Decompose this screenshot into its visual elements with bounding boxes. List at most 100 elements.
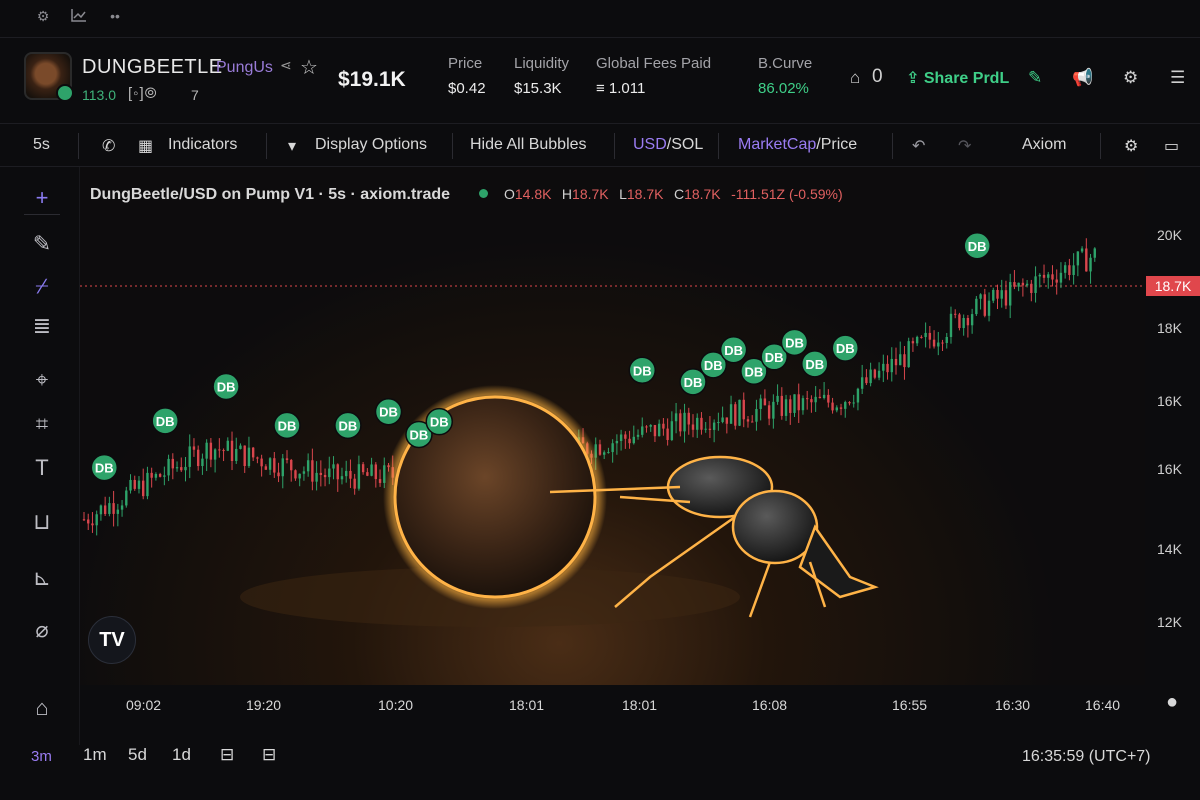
candle-body xyxy=(273,458,276,473)
candle-body xyxy=(860,377,864,389)
token-links[interactable]: [◦]⦾ xyxy=(128,85,158,102)
bubble-label: DB xyxy=(684,375,703,390)
candle-body xyxy=(175,467,179,469)
candle-body xyxy=(645,426,648,428)
candle-body xyxy=(235,448,238,462)
price-scale[interactable]: 20K 18K 16K 16K 14K 12K xyxy=(1145,167,1200,685)
candle-body xyxy=(602,452,606,455)
chart-settings-icon[interactable]: ⚙ xyxy=(1124,136,1138,156)
change-value: -111.51Z (-0.59%) xyxy=(731,186,843,202)
candle-body xyxy=(260,458,263,467)
list-icon[interactable]: ☰ xyxy=(1170,68,1185,88)
measure-icon[interactable]: ⊔ xyxy=(24,509,60,541)
display-options-button[interactable]: Display Options xyxy=(315,136,427,154)
time-tick: 18:01 xyxy=(622,697,658,713)
token-age: 113.0 xyxy=(82,87,116,103)
holders-icon[interactable]: ⌂ xyxy=(850,68,860,88)
bubble-label: DB xyxy=(339,418,358,433)
candle-body xyxy=(624,434,627,439)
range-1m[interactable]: 1m xyxy=(83,745,107,765)
candle-body xyxy=(729,404,733,424)
candle-body xyxy=(983,294,987,316)
market-cap: $19.1K xyxy=(338,68,406,91)
candle-body xyxy=(196,449,200,467)
folder-icon[interactable]: ▭ xyxy=(1164,136,1179,156)
candle-body xyxy=(970,314,974,326)
candle-body xyxy=(886,363,889,373)
megaphone-icon[interactable]: 📢 xyxy=(1072,68,1093,88)
candle-body xyxy=(277,472,280,477)
ruler-icon[interactable]: ⊾ xyxy=(24,565,60,597)
redo-icon[interactable]: ↷ xyxy=(958,136,971,156)
candle-body xyxy=(349,470,352,479)
pin-icon[interactable]: ✎ xyxy=(1028,68,1042,88)
candle-body xyxy=(932,339,936,347)
candle-body xyxy=(873,369,877,378)
currency-inactive: /SOL xyxy=(666,136,704,153)
mcap-price-toggle[interactable]: MarketCap/Price xyxy=(738,136,857,154)
candle-body xyxy=(91,523,94,526)
candle-body xyxy=(598,444,602,455)
range-3m[interactable]: 3m xyxy=(31,748,52,765)
star-icon[interactable]: ☆ xyxy=(300,55,318,80)
gear-icon[interactable]: ⚙ xyxy=(1123,68,1138,88)
undo-icon[interactable]: ↶ xyxy=(912,136,925,156)
divider xyxy=(452,133,453,159)
candle-body xyxy=(340,476,344,480)
candle-body xyxy=(158,474,162,477)
currency-toggle[interactable]: USD/SOL xyxy=(633,136,703,154)
candle-body xyxy=(1055,279,1058,283)
goto-date-icon[interactable]: ⊟ xyxy=(220,745,234,765)
hide-bubbles-button[interactable]: Hide All Bubbles xyxy=(470,136,587,154)
price-chart[interactable]: DB DB DB DB DB DB DB DB DB DB DB DB DB DB DB DB DB DB xyxy=(80,167,1145,685)
candle-body xyxy=(814,396,817,403)
dots-icon[interactable]: •• xyxy=(104,8,126,28)
candle-body xyxy=(302,471,306,474)
scale-toggle-icon[interactable]: ● xyxy=(1166,691,1178,714)
indicators-button[interactable]: Indicators xyxy=(168,136,237,154)
candle-body xyxy=(142,480,145,497)
trendline-icon[interactable]: ⌿ xyxy=(24,273,60,305)
candle-body xyxy=(911,341,915,344)
pencil-icon[interactable]: ✎ xyxy=(24,231,60,263)
open-value: 14.8K xyxy=(514,186,552,202)
text-tool-icon[interactable]: T xyxy=(24,455,60,487)
candle-body xyxy=(357,464,361,489)
bubble-label: DB xyxy=(704,358,723,373)
candle-body xyxy=(150,472,153,478)
axiom-button[interactable]: Axiom xyxy=(1022,136,1066,154)
settings-icon[interactable]: ⚙ xyxy=(32,8,54,28)
time-scale[interactable]: 09:02 19:20 10:20 18:01 18:01 16:08 16:5… xyxy=(80,685,1200,725)
chart-trend-icon[interactable] xyxy=(68,8,90,28)
candle-body xyxy=(734,404,737,426)
share-network-icon[interactable]: ⋖ xyxy=(280,57,292,74)
home-icon[interactable]: ⌂ xyxy=(24,695,60,727)
range-1d[interactable]: 1d xyxy=(172,745,191,765)
indicators-icon[interactable]: ▦ xyxy=(138,136,153,156)
fib-retracement-icon[interactable]: ≣ xyxy=(24,313,60,345)
stat-value: $15.3K xyxy=(514,80,562,97)
range-5d[interactable]: 5d xyxy=(128,745,147,765)
chevron-down-icon[interactable]: ▾ xyxy=(288,136,296,156)
candle-body xyxy=(1047,274,1050,278)
candle-body xyxy=(1004,290,1008,306)
candle-body xyxy=(636,434,640,437)
calendar-icon[interactable]: ⊟ xyxy=(262,745,276,765)
projection-icon[interactable]: ⌗ xyxy=(24,411,60,443)
candle-body xyxy=(180,467,183,471)
divider xyxy=(892,133,893,159)
candle-body xyxy=(1076,251,1080,266)
time-tick: 16:40 xyxy=(1085,697,1121,713)
phone-icon[interactable]: ✆ xyxy=(102,136,115,156)
pattern-icon[interactable]: ⌖ xyxy=(24,367,60,399)
interval-selector[interactable]: 5s xyxy=(33,136,50,154)
candle-body xyxy=(285,458,289,460)
eraser-icon[interactable]: ⌀ xyxy=(24,617,60,649)
candle-body xyxy=(670,421,674,440)
candle-body xyxy=(1072,265,1075,275)
share-pnl-button[interactable]: ⇪ Share PrdL xyxy=(906,68,1009,88)
crosshair-icon[interactable]: + xyxy=(24,185,60,217)
candle-body xyxy=(222,450,225,452)
token-avatar[interactable] xyxy=(24,52,74,102)
tradingview-logo[interactable]: TV xyxy=(88,616,136,664)
